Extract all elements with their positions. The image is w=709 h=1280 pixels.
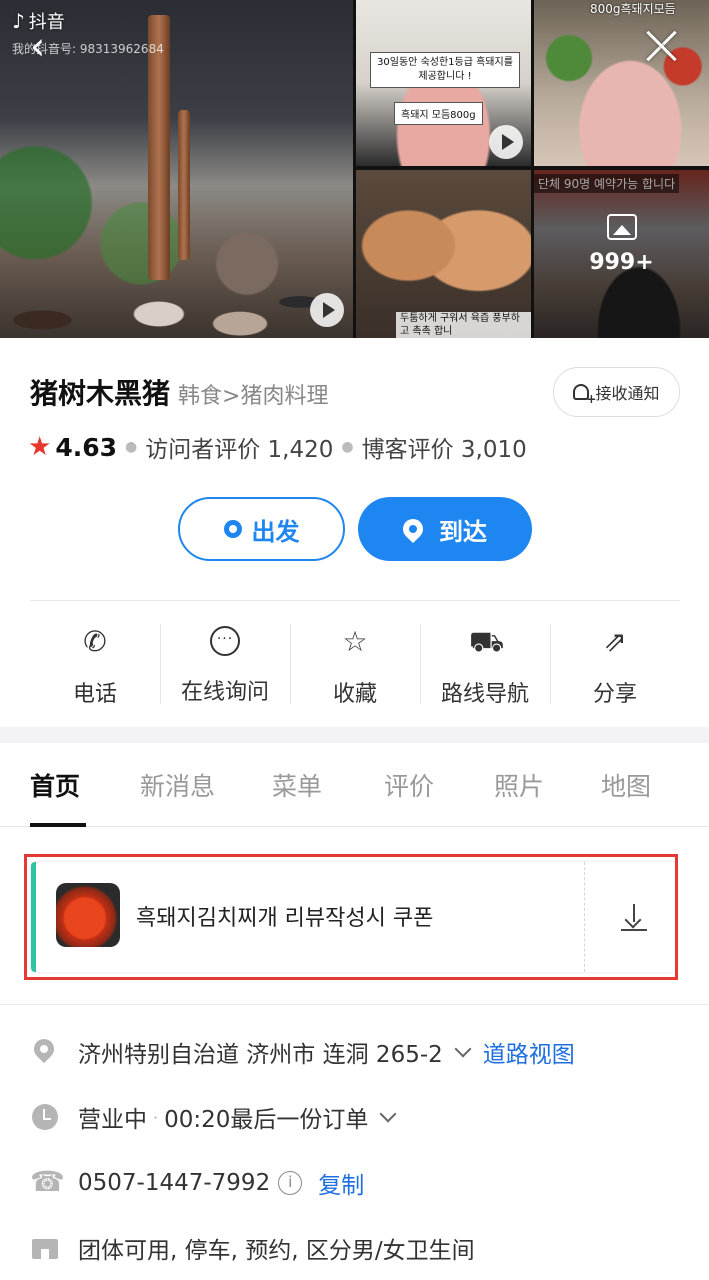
arrive-label: 到达 <box>439 517 487 546</box>
tab-news[interactable]: 新消息 <box>140 767 215 803</box>
close-button[interactable] <box>640 24 684 68</box>
more-photos[interactable]: 999+ <box>534 214 709 275</box>
photo-caption: 흑돼지 모듬800g <box>394 102 483 125</box>
depart-button[interactable]: 出发 <box>178 497 345 561</box>
open-status: 营业中 <box>78 1107 147 1133</box>
address-text: 济州特别自治道 济州市 连洞 265-2 <box>78 1042 443 1068</box>
phone-icon: ✆ <box>83 625 107 658</box>
navigation-label: 路线导航 <box>440 682 529 707</box>
rating-score: 4.63 <box>55 432 117 462</box>
chevron-down-icon[interactable] <box>379 1105 397 1123</box>
visitor-reviews-link[interactable]: 访问者评价 1,420 <box>145 430 333 464</box>
copy-link[interactable]: 复制 <box>318 1166 364 1200</box>
separator-dot: ● <box>341 439 354 455</box>
chat-icon: ··· <box>210 626 240 656</box>
last-order-text: 00:20最后一份订单 <box>164 1107 369 1133</box>
blog-reviews-link[interactable]: 博客评价 3,010 <box>362 430 527 464</box>
phone-number[interactable]: 0507-1447-7992 <box>78 1170 270 1196</box>
douyin-logo-icon: ♪ <box>12 9 25 33</box>
back-arrow-icon: ‹ <box>30 24 46 68</box>
active-tab-indicator <box>30 823 86 827</box>
hours-row: 营业中 · 00:20最后一份订单 <box>30 1097 690 1137</box>
photo-gallery: 30일동안 숙성한1등급 흑돼지를 제공합니다 ! 흑돼지 모듬800g 800… <box>0 0 709 338</box>
favorite-button[interactable]: ☆ 收藏 <box>290 620 420 710</box>
tab-menu[interactable]: 菜单 <box>272 767 322 803</box>
street-view-link[interactable]: 道路视图 <box>483 1035 575 1069</box>
separator-dot: · <box>153 1107 159 1127</box>
share-icon: ⇗ <box>603 625 627 658</box>
tab-map[interactable]: 地图 <box>601 767 651 803</box>
location-icon <box>30 1037 60 1067</box>
bell-plus-icon <box>573 384 596 406</box>
inquiry-label: 在线询问 <box>180 680 269 705</box>
image-icon <box>606 214 637 240</box>
inquiry-button[interactable]: ··· 在线询问 <box>160 620 290 710</box>
highlight-box <box>24 854 678 980</box>
clock-icon <box>30 1102 60 1132</box>
photo-caption: 800g흑돼지모듬 <box>590 2 676 16</box>
car-icon: ⛟ <box>469 625 505 658</box>
info-icon[interactable]: i <box>278 1171 303 1195</box>
star-outline-icon: ☆ <box>342 625 368 658</box>
action-bar: ✆ 电话 ··· 在线询问 ☆ 收藏 ⛟ 路线导航 ⇗ 分享 <box>30 620 680 710</box>
tab-home[interactable]: 首页 <box>30 767 80 803</box>
divider <box>30 600 680 601</box>
notify-label: 接收通知 <box>595 384 660 403</box>
place-category: 韩食>猪肉料理 <box>178 384 329 409</box>
section-spacer <box>0 727 709 743</box>
call-button[interactable]: ✆ 电话 <box>30 620 160 710</box>
photo-caption: 두툼하게 구워서 육즙 풍부하고 촉촉 합니 <box>396 312 531 338</box>
photo-caption: 30일동안 숙성한1등급 흑돼지를 제공합니다 ! <box>370 52 520 88</box>
place-title-row: 猪树木黑猪 韩食>猪肉料理 <box>30 372 328 412</box>
phone-icon <box>30 1165 65 1198</box>
share-label: 分享 <box>592 682 637 707</box>
star-icon: ★ <box>28 432 52 462</box>
arrive-button[interactable]: 到达 <box>358 497 532 561</box>
rating-row: ★ 4.63 ● 访问者评价 1,420 ● 博客评价 3,010 <box>28 430 527 464</box>
depart-label: 出发 <box>251 517 300 546</box>
back-button[interactable]: ‹ <box>30 27 70 68</box>
tab-reviews[interactable]: 评价 <box>384 767 434 803</box>
tab-bar: 首页 新消息 菜单 评价 照片 地图 <box>0 743 709 827</box>
place-name: 猪树木黑猪 <box>30 377 171 410</box>
call-label: 电话 <box>72 682 117 707</box>
favorite-label: 收藏 <box>332 682 377 707</box>
store-icon <box>30 1233 60 1263</box>
navigation-button[interactable]: ⛟ 路线导航 <box>420 620 550 710</box>
photo-detail <box>0 218 353 338</box>
notify-button[interactable]: 接收通知 <box>553 367 680 417</box>
amenities-text: 团体可用, 停车, 预约, 区分男/女卫生间 <box>78 1238 475 1264</box>
separator-dot: ● <box>125 439 138 455</box>
play-icon[interactable] <box>310 293 344 327</box>
more-photos-count: 999+ <box>589 250 654 275</box>
tab-photos[interactable]: 照片 <box>494 767 544 803</box>
amenities-row: 团体可用, 停车, 预约, 区分男/女卫生间 <box>30 1228 690 1268</box>
location-pin-icon <box>398 514 428 544</box>
phone-row: 0507-1447-7992 i 复制 <box>30 1163 690 1203</box>
origin-ring-icon <box>223 520 242 538</box>
gallery-thumb-3[interactable]: 두툼하게 구워서 육즙 풍부하고 촉촉 합니 <box>356 170 531 338</box>
share-button[interactable]: ⇗ 分享 <box>550 620 680 710</box>
chevron-down-icon[interactable] <box>454 1040 472 1058</box>
address-row: 济州特别自治道 济州市 连洞 265-2 道路视图 <box>30 1032 690 1072</box>
play-icon[interactable] <box>489 125 523 159</box>
divider <box>0 1004 709 1005</box>
